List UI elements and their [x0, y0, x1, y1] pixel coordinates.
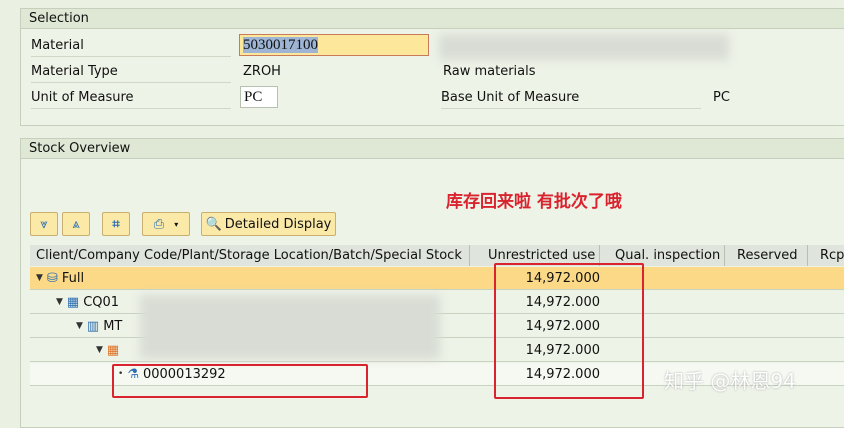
detailed-display-button[interactable]: 🔍 Detailed Display	[201, 212, 336, 236]
detail-icon: 🔍	[205, 216, 222, 232]
tree-row-full[interactable]: ▼ ⛁ Full 14,972.000	[30, 267, 844, 290]
print-button[interactable]: ⎙ ▾	[142, 212, 190, 236]
material-value: 5030017100	[243, 37, 318, 53]
annotation-box-values	[494, 263, 644, 399]
storage-location-icon: ▦	[106, 343, 120, 358]
row-label: Full	[61, 271, 85, 286]
collapse-icon: ⩓	[72, 216, 80, 232]
uom-input[interactable]: PC	[240, 86, 278, 108]
material-description-blurred	[439, 34, 729, 60]
base-uom-label: Base Unit of Measure	[441, 87, 701, 109]
expand-icon: ⩔	[40, 216, 48, 232]
plant-icon: ▥	[86, 319, 100, 334]
expand-triangle-icon[interactable]: ▼	[36, 269, 43, 288]
annotation-text: 库存回来啦 有批次了哦	[446, 192, 622, 212]
material-type-desc: Raw materials	[443, 64, 536, 79]
material-type-value: ZROH	[243, 64, 281, 79]
client-icon: ⛁	[46, 271, 58, 286]
column-header-rcpt[interactable]: Rcp	[808, 245, 844, 266]
collapse-all-button[interactable]: ⩓	[62, 212, 90, 236]
row-label: MT	[103, 319, 123, 334]
hierarchy-descriptions-blurred	[140, 295, 440, 359]
uom-label: Unit of Measure	[31, 87, 231, 109]
binoculars-icon: ⌗	[112, 216, 120, 232]
expand-triangle-icon[interactable]: ▼	[76, 317, 83, 336]
stock-overview-title: Stock Overview	[21, 139, 844, 159]
selection-panel: Selection Material 5030017100 Material T…	[20, 8, 844, 126]
printer-icon: ⎙	[153, 216, 165, 232]
material-type-label: Material Type	[31, 61, 231, 83]
dropdown-icon: ▾	[174, 219, 179, 229]
find-button[interactable]: ⌗	[102, 212, 130, 236]
expand-all-button[interactable]: ⩔	[30, 212, 58, 236]
detailed-display-label: Detailed Display	[224, 216, 332, 232]
column-header-reserved[interactable]: Reserved	[725, 245, 808, 266]
expand-triangle-icon[interactable]: ▼	[56, 293, 63, 312]
expand-triangle-icon[interactable]: ▼	[96, 341, 103, 360]
annotation-box-batch	[112, 364, 368, 398]
row-label: CQ01	[83, 295, 120, 310]
column-header-hierarchy[interactable]: Client/Company Code/Plant/Storage Locati…	[30, 245, 470, 266]
selection-title: Selection	[21, 9, 844, 29]
base-uom-value: PC	[713, 90, 730, 105]
material-input[interactable]: 5030017100	[239, 34, 429, 56]
company-icon: ▦	[66, 295, 80, 310]
material-label: Material	[31, 35, 231, 57]
watermark: 知乎 @林恩94	[664, 369, 796, 393]
